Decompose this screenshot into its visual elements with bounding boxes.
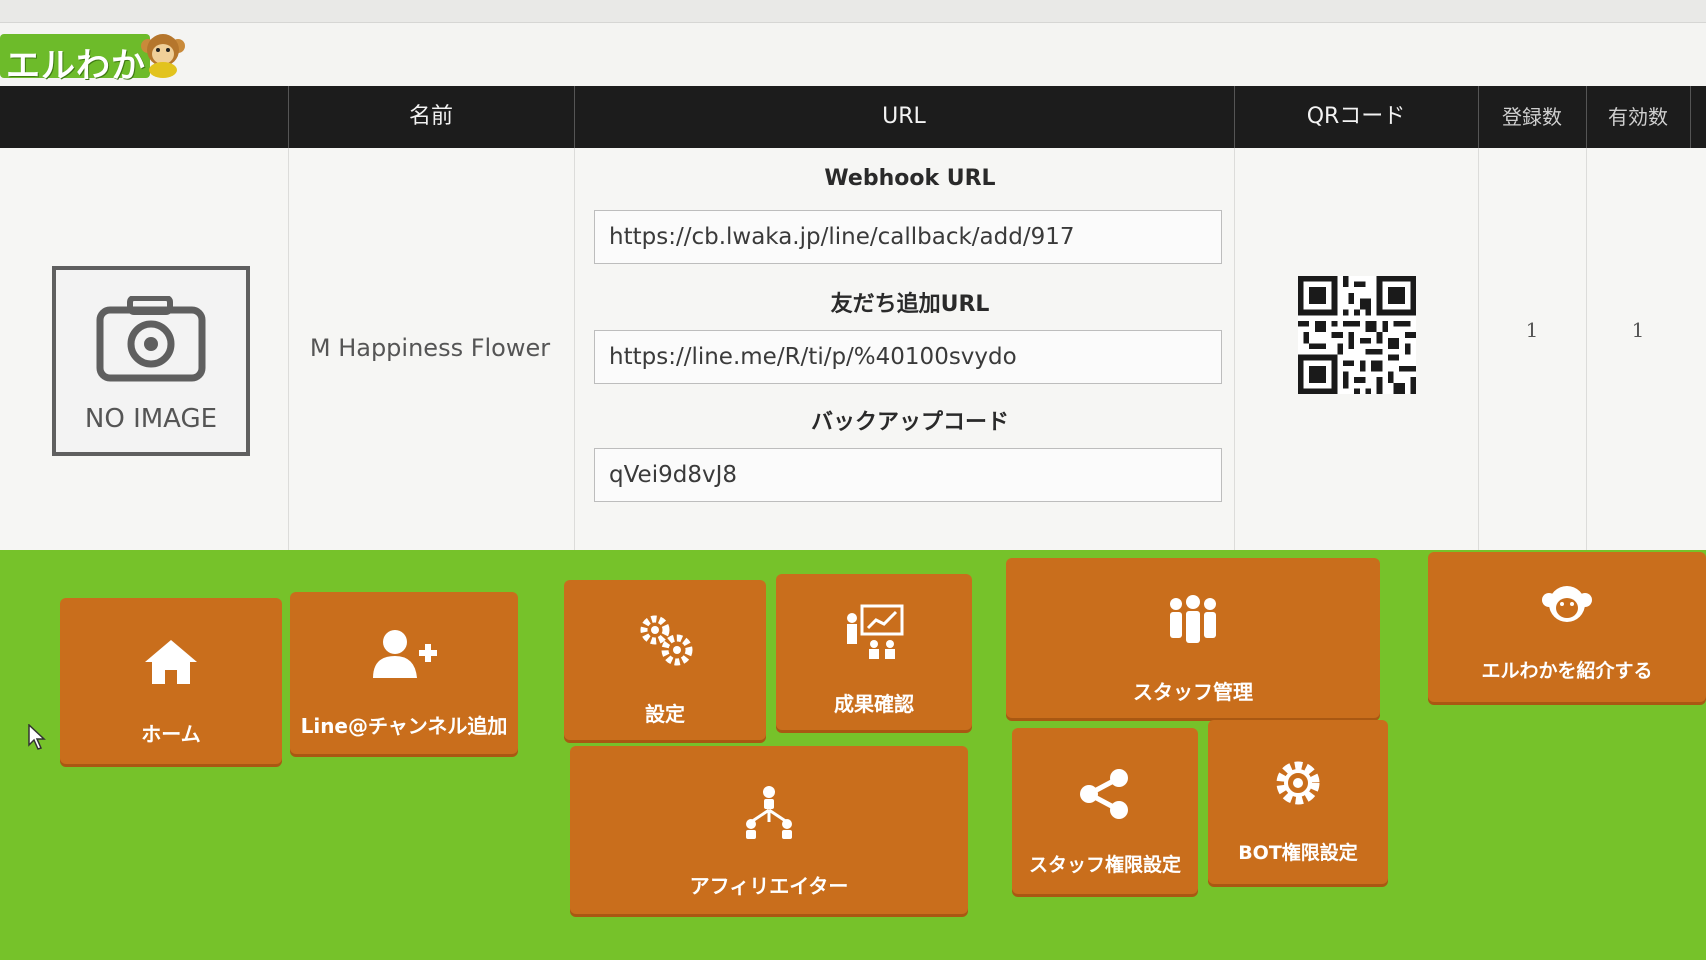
add-channel-label: Line@チャンネル追加 [300,714,508,738]
presentation-icon [847,604,904,659]
friend-add-url-label: 友だち追加URL [830,292,990,317]
table-row: NO IMAGE M Happiness Flower Webhook URL … [0,148,1706,550]
friend-add-url-field[interactable]: https://line.me/R/ti/p/%40100svydo [594,330,1222,384]
mouse-cursor-icon [28,724,46,750]
affiliate-label: アフィリエイター [689,874,849,898]
home-button[interactable]: ホーム [60,598,282,764]
header-registrations: 登録数 [1478,86,1587,148]
app-screen: エルわか 名前 URL QRコード 登録数 有効数 NO IMAGE M Hap… [0,0,1706,960]
backup-code-label: バックアップコード [810,410,1009,435]
header-active: 有効数 [1586,86,1691,148]
registration-count: 1 [1525,318,1539,342]
introduce-label: エルわかを紹介する [1481,660,1653,682]
introduce-button[interactable]: エルわかを紹介する [1428,552,1706,702]
results-label: 成果確認 [834,692,914,716]
friend-add-url-value: https://line.me/R/ti/p/%40100svydo [609,344,1017,370]
bot-permission-button[interactable]: BOT権限設定 [1208,720,1388,884]
webhook-url-field[interactable]: https://cb.lwaka.jp/line/callback/add/91… [594,210,1222,264]
column-divider [574,148,575,550]
bot-permission-label: BOT権限設定 [1238,842,1358,864]
menu-panel: ホーム Line@チャンネル追加 設定 成果確認 スタッフ管理 エルわかを紹介す… [0,550,1706,960]
staff-permission-label: スタッフ権限設定 [1028,854,1181,876]
home-icon [145,640,197,684]
header-url: URL [574,86,1235,148]
settings-label: 設定 [645,702,685,726]
add-user-icon [373,630,437,678]
column-divider [1478,148,1479,550]
active-count: 1 [1631,318,1645,342]
gear-icon [1276,761,1320,805]
no-image-placeholder[interactable]: NO IMAGE [52,266,250,456]
gears-icon [640,615,693,666]
logo-text: エルわか [6,46,146,86]
home-label: ホーム [141,722,201,746]
staff-management-label: スタッフ管理 [1133,680,1253,704]
affiliate-button[interactable]: アフィリエイター [570,746,968,914]
staff-group-icon [1170,595,1216,643]
results-button[interactable]: 成果確認 [776,574,972,730]
column-divider [288,148,289,550]
share-icon [1080,769,1128,819]
account-name: M Happiness Flower [309,334,551,362]
webhook-url-label: Webhook URL [824,166,996,191]
qr-code-image[interactable] [1298,272,1416,398]
staff-management-button[interactable]: スタッフ管理 [1006,558,1380,718]
add-channel-button[interactable]: Line@チャンネル追加 [290,592,518,754]
backup-code-value: qVei9d8vJ8 [609,462,737,488]
monkey-icon [1542,586,1592,622]
monkey-icon [141,34,185,78]
staff-permission-button[interactable]: スタッフ権限設定 [1012,728,1198,894]
app-logo[interactable]: エルわか [0,26,190,86]
column-divider [1234,148,1235,550]
network-hierarchy-icon [746,786,792,839]
webhook-url-value: https://cb.lwaka.jp/line/callback/add/91… [609,224,1075,250]
backup-code-field[interactable]: qVei9d8vJ8 [594,448,1222,502]
camera-icon [96,296,206,382]
header-name: 名前 [288,86,575,148]
header-qr: QRコード [1234,86,1479,148]
column-divider [1586,148,1587,550]
browser-top-strip [0,0,1706,23]
header-image-col [0,86,289,148]
table-header: 名前 URL QRコード 登録数 有効数 [0,86,1706,148]
settings-button[interactable]: 設定 [564,580,766,740]
no-image-label: NO IMAGE [84,404,218,434]
